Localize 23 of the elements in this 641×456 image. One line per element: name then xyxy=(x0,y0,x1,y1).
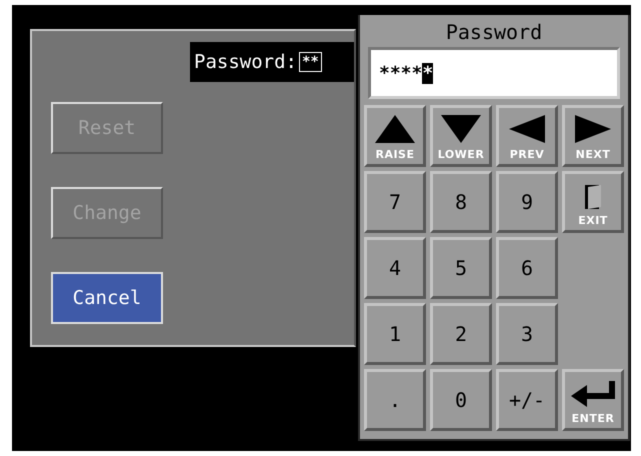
keypad-key[interactable]: 0 xyxy=(430,369,492,431)
keypad-key[interactable]: . xyxy=(364,369,426,431)
keypad-key[interactable]: 9 xyxy=(496,171,558,233)
password-field[interactable]: ** xyxy=(298,52,322,72)
keypad-key[interactable]: 3 xyxy=(496,303,558,365)
keypad-key[interactable]: 7 xyxy=(364,171,426,233)
keypad-title: Password xyxy=(446,19,542,46)
left-triangle-icon xyxy=(509,115,545,143)
enter-arrow-icon xyxy=(571,381,615,407)
keypad-key[interactable]: 4 xyxy=(364,237,426,299)
keypad-key[interactable]: 5 xyxy=(430,237,492,299)
dialog-button[interactable]: Cancel xyxy=(51,272,163,324)
down-triangle-icon xyxy=(441,115,481,143)
keypad-key[interactable]: +/- xyxy=(496,369,558,431)
up-triangle-icon xyxy=(375,115,415,143)
keypad-key[interactable]: 8 xyxy=(430,171,492,233)
input-field[interactable]: ***** xyxy=(368,47,620,99)
keypad-key[interactable]: 6 xyxy=(496,237,558,299)
door-icon xyxy=(585,185,601,209)
keypad-key[interactable]: 2 xyxy=(430,303,492,365)
keypad-key[interactable]: 1 xyxy=(364,303,426,365)
password-label: Password: xyxy=(194,51,297,73)
right-triangle-icon xyxy=(575,115,611,143)
